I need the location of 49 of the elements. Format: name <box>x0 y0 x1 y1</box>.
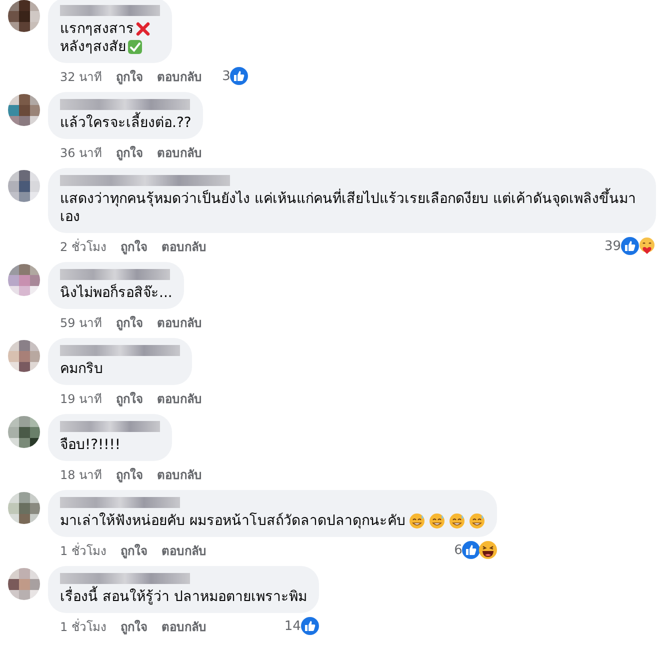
comment-time: 36 นาที <box>60 144 102 162</box>
reaction-count: 3 <box>222 68 230 84</box>
reply-link[interactable]: ตอบกลับ <box>161 236 206 256</box>
reply-link[interactable]: ตอบกลับ <box>157 312 202 332</box>
reaction-count: 14 <box>284 618 301 634</box>
like-link[interactable]: ถูกใจ <box>120 236 148 256</box>
comment-time: 1 ชั่วโมง <box>60 542 106 560</box>
cross-mark-icon <box>135 21 151 37</box>
like-icon <box>230 67 248 85</box>
like-icon <box>462 541 480 559</box>
like-link[interactable]: ถูกใจ <box>116 142 144 162</box>
like-icon <box>300 617 319 635</box>
like-link[interactable]: ถูกใจ <box>116 464 144 484</box>
reply-link[interactable]: ตอบกลับ <box>157 142 202 162</box>
like-link[interactable]: ถูกใจ <box>116 312 144 332</box>
reaction-count: 6 <box>454 542 462 558</box>
reply-link[interactable]: ตอบกลับ <box>161 540 206 560</box>
comment-text: เรื่องนี้ สอนให้รู้ว่า ปลาหมอตายเพราะพิม <box>60 588 307 606</box>
reaction-count: 39 <box>604 238 621 254</box>
comment-time: 1 ชั่วโมง <box>60 618 106 636</box>
check-mark-icon <box>127 39 143 55</box>
comment-time: 18 นาที <box>60 466 102 484</box>
comment-time: 59 นาที <box>60 314 102 332</box>
reply-link[interactable]: ตอบกลับ <box>157 66 202 86</box>
comment-text: แล้วใครจะเลี้ยงต่อ.?? <box>60 114 192 132</box>
reply-link[interactable]: ตอบกลับ <box>157 388 202 408</box>
smiling-face-icon <box>469 513 486 529</box>
comment-text: แรกๆสงสาร <box>60 20 134 38</box>
like-link[interactable]: ถูกใจ <box>116 66 144 86</box>
reply-link[interactable]: ตอบกลับ <box>157 464 202 484</box>
comment-text: แสดงว่าทุกคนรุ้หมดว่าเป็นยังไง แค่เห้นแก่คนที่เสียไปแร้วเรยเลือกดงียบ แต่เค้าดันจุดเพลิงขึ้นมาเอง <box>60 190 644 226</box>
laughing-face-icon <box>479 541 498 559</box>
smiling-face-icon <box>409 513 426 529</box>
smiling-face-icon <box>429 513 446 529</box>
comment-text: มาเล่าให้ฟังหน่อยคับ ผมรอหน้าโบสถ์วัดลาดปลาดุกนะคับ <box>60 512 406 530</box>
like-link[interactable]: ถูกใจ <box>120 540 148 560</box>
comment-time: 19 นาที <box>60 390 102 408</box>
smiling-face-icon <box>449 513 466 529</box>
comment-time: 32 นาที <box>60 68 102 86</box>
comment-text: จือบ!?!!!! <box>60 436 120 454</box>
like-link[interactable]: ถูกใจ <box>120 616 148 636</box>
like-link[interactable]: ถูกใจ <box>116 388 144 408</box>
comment-time: 2 ชั่วโมง <box>60 238 106 256</box>
like-icon <box>621 237 639 255</box>
comment-text: คมกริบ <box>60 360 103 378</box>
reply-link[interactable]: ตอบกลับ <box>161 616 206 636</box>
hugging-face-icon <box>638 237 656 255</box>
comment-text: หลังๆสงสัย <box>60 38 126 56</box>
comment-text: นิงไม่พอก็รอสิจ๊ะ... <box>60 284 172 302</box>
